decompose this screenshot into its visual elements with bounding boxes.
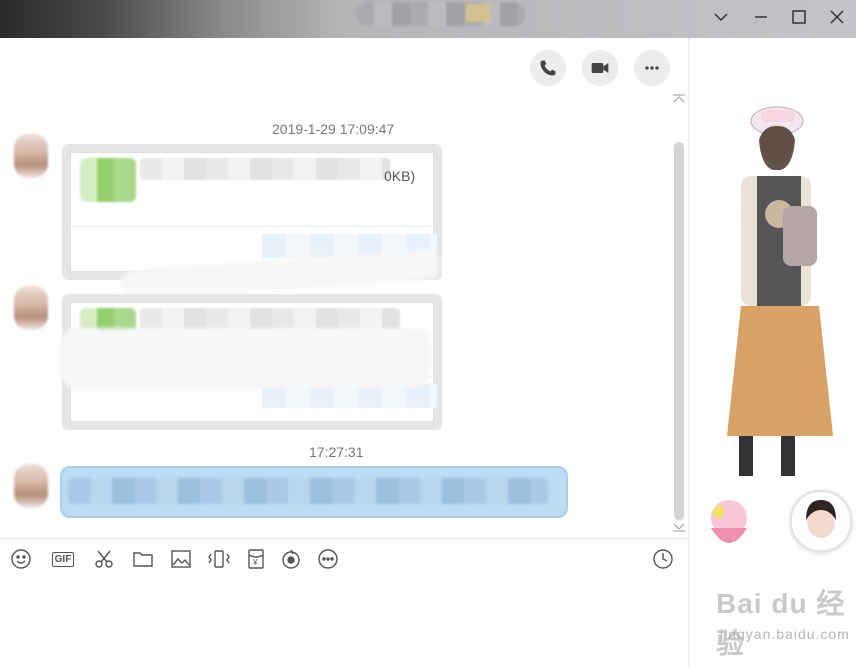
send-image-button[interactable] [168,546,194,572]
more-tools-button[interactable] [315,546,341,572]
voice-icon [282,549,300,569]
emoji-icon [11,549,31,569]
close-button[interactable] [824,4,850,30]
send-file-button[interactable] [130,546,156,572]
image-icon [171,550,191,568]
more-icon [318,549,338,569]
minimize-button[interactable] [748,4,774,30]
shake-button[interactable] [206,546,232,572]
avatar[interactable] [14,286,48,330]
gif-icon: GIF [51,551,75,567]
gif-button[interactable]: GIF [48,546,78,572]
avatar-show-figure [727,106,833,476]
contact-name-blurred [356,2,526,26]
pet-sticker [711,500,747,543]
history-icon [653,549,673,569]
file-type-icon [80,158,136,202]
title-bar [0,0,856,38]
chevron-down-icon[interactable] [708,4,734,30]
red-packet-button[interactable]: ¥ [243,546,269,572]
file-name-blurred [140,158,390,180]
message-timestamp: 2019-1-29 17:09:47 [272,121,395,137]
svg-text:¥: ¥ [252,558,258,567]
text-message-bubble[interactable] [60,466,568,518]
maximize-button[interactable] [786,4,812,30]
voice-button[interactable] [278,546,304,572]
avatar-show-panel [688,38,856,666]
avatar-icon[interactable] [790,490,852,552]
scrollbar-thumb[interactable] [674,142,684,520]
red-packet-icon: ¥ [248,549,264,569]
file-name-blurred [140,308,400,330]
avatar[interactable] [14,134,48,178]
watermark-brand: Bai du 经验 [716,588,846,659]
screenshot-button[interactable] [91,546,117,572]
message-text-blurred [68,478,548,504]
shake-icon [208,550,230,568]
avatar[interactable] [14,464,48,508]
message-timestamp: 17:27:31 [309,444,364,460]
file-size: 0KB) [384,168,416,184]
message-input[interactable] [0,580,688,666]
scroll-down-icon[interactable] [672,522,686,532]
folder-icon [133,552,153,567]
history-button[interactable] [650,546,676,572]
scissors-icon [95,550,113,568]
chat-area: 2019-1-29 17:09:47 0KB) 17:27:31 [0,38,688,538]
emoji-button[interactable] [8,546,34,572]
scroll-up-icon[interactable] [672,94,686,104]
watermark-url: jingyan.baidu.com [720,626,850,642]
